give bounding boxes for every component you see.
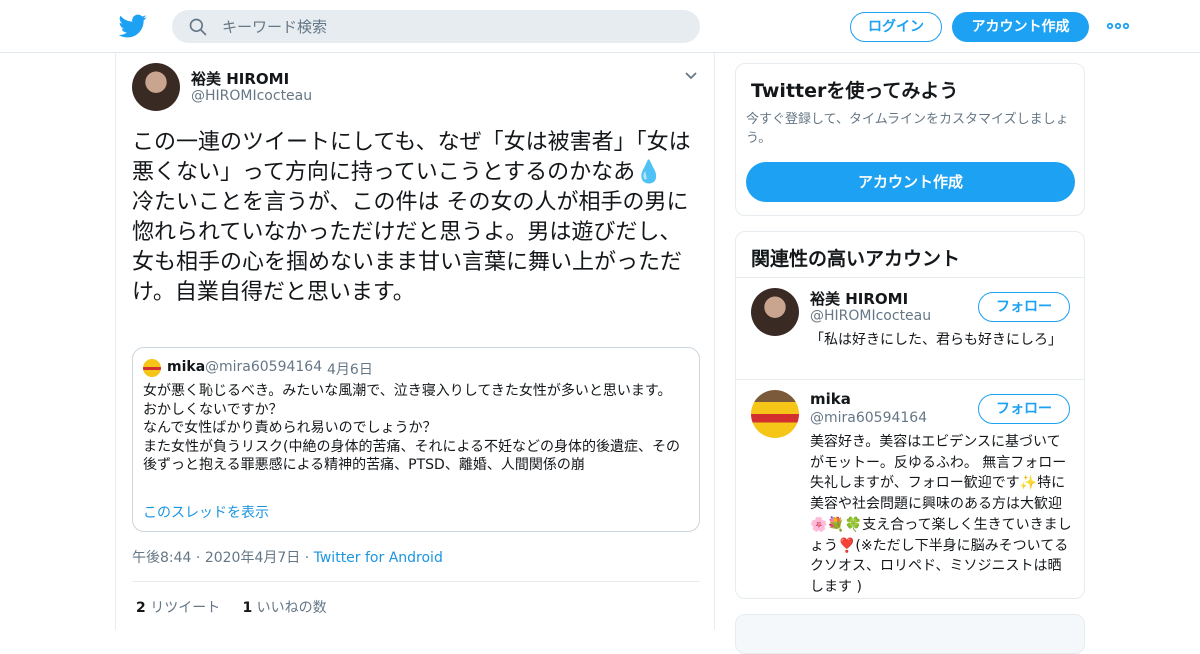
tweet-date: 2020年4月7日 bbox=[204, 550, 301, 566]
login-button[interactable]: ログイン bbox=[850, 12, 942, 42]
account-name[interactable]: mika bbox=[810, 390, 851, 408]
avatar[interactable] bbox=[751, 288, 799, 336]
separator-dot: · bbox=[304, 550, 314, 566]
quoted-avatar bbox=[143, 359, 161, 377]
divider bbox=[736, 277, 1084, 278]
search-input[interactable] bbox=[222, 10, 682, 43]
author-handle[interactable]: @HIROMIcocteau bbox=[191, 88, 312, 104]
tweet-detail: 裕美 HIROMI @HIROMIcocteau この一連のツイートにしても、な… bbox=[115, 53, 715, 630]
show-thread-link[interactable]: このスレッドを表示 bbox=[143, 502, 269, 522]
like-count: 1 bbox=[242, 600, 253, 616]
related-title: 関連性の高いアカウント bbox=[751, 248, 961, 270]
divider bbox=[132, 581, 700, 582]
avatar[interactable] bbox=[132, 63, 180, 111]
twitter-logo-icon[interactable] bbox=[118, 12, 148, 40]
quoted-author-name: mika bbox=[167, 359, 206, 375]
signup-button[interactable]: アカウント作成 bbox=[952, 12, 1089, 42]
trends-card bbox=[735, 614, 1085, 654]
chevron-down-icon[interactable] bbox=[684, 71, 698, 81]
quoted-date: 4月6日 bbox=[327, 362, 373, 378]
author-name[interactable]: 裕美 HIROMI bbox=[191, 68, 289, 89]
quoted-text: 女が悪く恥じるべき。みたいな風潮で、泣き寝入りしてきた女性が多いと思います。 お… bbox=[143, 383, 681, 473]
tweet-time: 午後8:44 bbox=[132, 550, 192, 566]
search-icon bbox=[189, 18, 207, 36]
tweet-stats: 2 リツイート 1 いいねの数 bbox=[136, 597, 327, 617]
account-handle[interactable]: @mira60594164 bbox=[810, 410, 927, 426]
tweet-text: この一連のツイートにしても、なぜ「女は被害者」「女は悪くない」って方向に持ってい… bbox=[132, 130, 691, 305]
promo-signup-button[interactable]: アカウント作成 bbox=[746, 162, 1075, 202]
avatar[interactable] bbox=[751, 390, 799, 438]
separator-dot: · bbox=[195, 550, 205, 566]
account-name[interactable]: 裕美 HIROMI bbox=[810, 288, 908, 309]
retweet-stat[interactable]: 2 リツイート bbox=[136, 600, 220, 616]
quoted-author-handle: @mira60594164 bbox=[205, 359, 323, 375]
search-bar[interactable] bbox=[172, 10, 700, 43]
promo-text: 今すぐ登録して、タイムラインをカスタマイズしましょう。 bbox=[746, 112, 1069, 146]
retweet-count: 2 bbox=[136, 600, 146, 616]
related-accounts-card: 関連性の高いアカウント 裕美 HIROMI @HIROMIcocteau フォロ… bbox=[735, 231, 1085, 599]
quoted-tweet[interactable]: mika @mira60594164 · 4月6日 女が悪く恥じるべき。みたいな… bbox=[132, 347, 700, 532]
top-bar: ログイン アカウント作成 bbox=[0, 0, 1200, 53]
like-label: いいねの数 bbox=[256, 600, 327, 616]
like-stat[interactable]: 1 いいねの数 bbox=[242, 600, 326, 616]
more-icon[interactable] bbox=[1106, 17, 1130, 35]
promo-title: Twitterを使ってみよう bbox=[751, 80, 959, 102]
account-bio: 美容好き。美容はエビデンスに基づいてがモットー。反ゆるふわ。 無言フォロー失礼し… bbox=[810, 434, 1072, 595]
follow-button[interactable]: フォロー bbox=[978, 292, 1070, 322]
separator-dot: · bbox=[317, 359, 322, 375]
signup-promo-card: Twitterを使ってみよう 今すぐ登録して、タイムラインをカスタマイズしましょ… bbox=[735, 63, 1085, 216]
retweet-label: リツイート bbox=[150, 600, 221, 616]
divider bbox=[736, 379, 1084, 380]
follow-button[interactable]: フォロー bbox=[978, 394, 1070, 424]
account-handle[interactable]: @HIROMIcocteau bbox=[810, 308, 931, 324]
account-bio: 「私は好きにした、君らも好きにしろ」 bbox=[810, 332, 1062, 348]
tweet-meta: 午後8:44 · 2020年4月7日 · Twitter for Android bbox=[132, 547, 443, 567]
tweet-source-link[interactable]: Twitter for Android bbox=[314, 550, 443, 566]
